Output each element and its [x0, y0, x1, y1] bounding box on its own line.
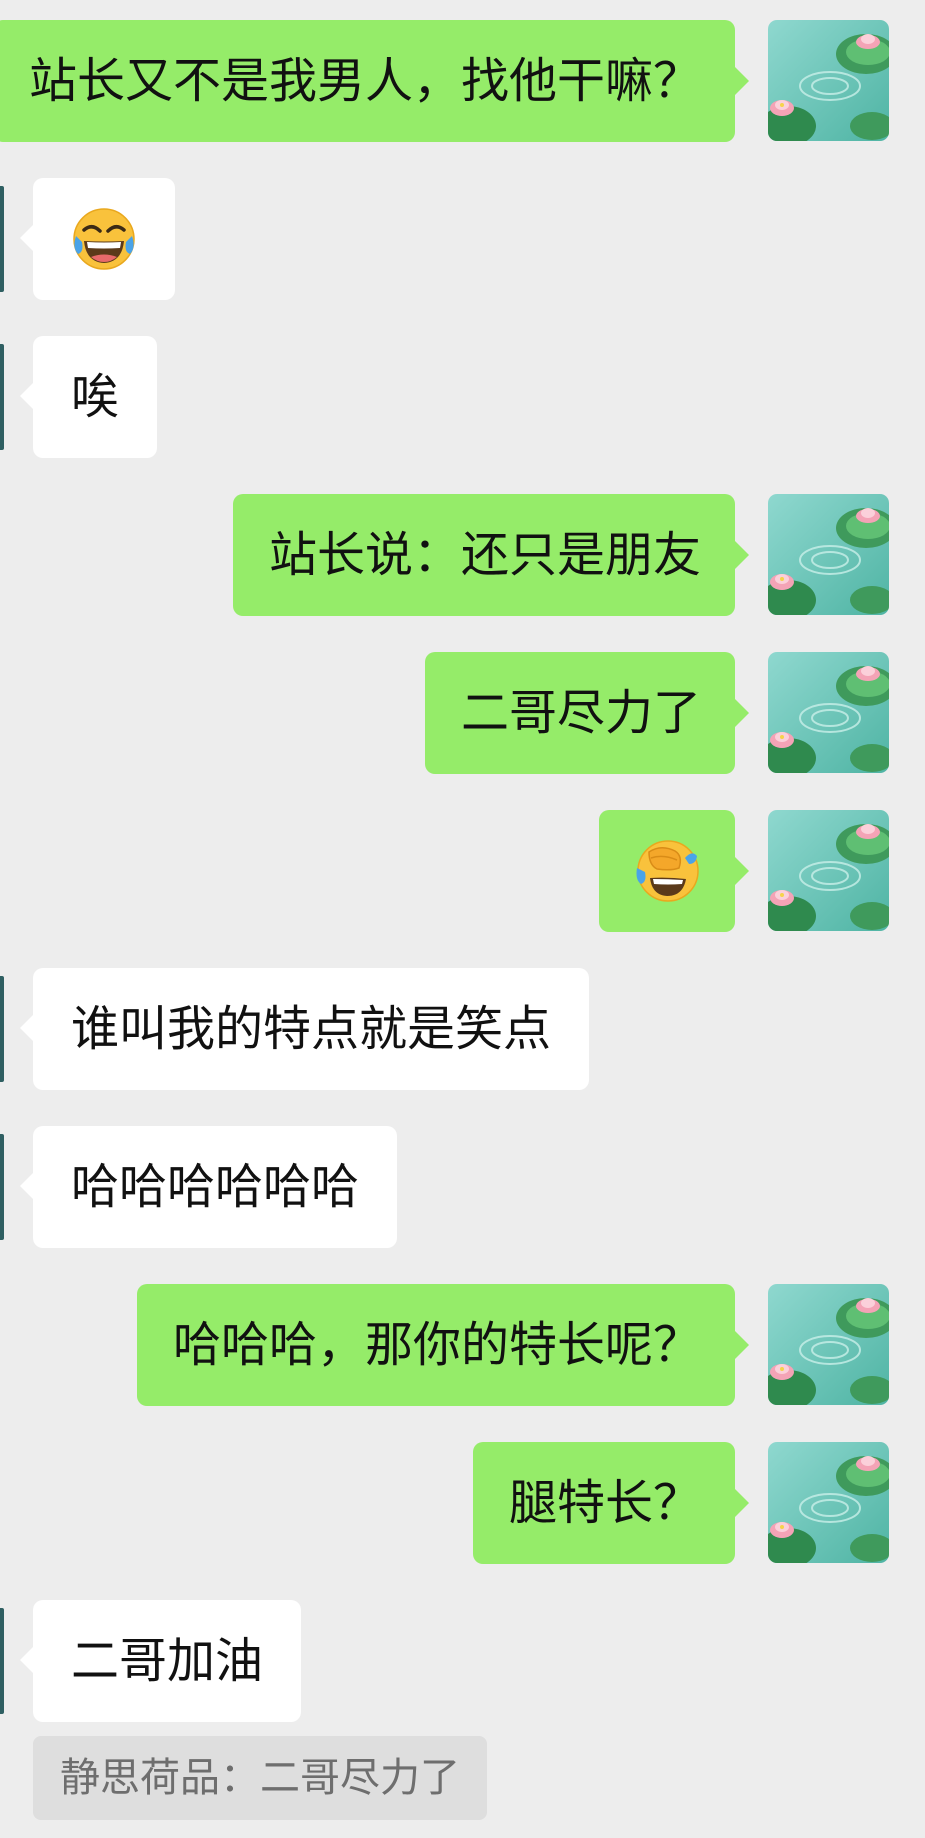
message-bubble[interactable] [599, 810, 749, 932]
message-bubble[interactable]: 谁叫我的特点就是笑点 [19, 968, 590, 1090]
message-row: 哈哈哈，那你的特长呢？ [0, 1284, 925, 1406]
message-bubble[interactable]: 哈哈哈，那你的特长呢？ [136, 1284, 750, 1406]
quoted-reply[interactable]: 静思荷品：二哥尽力了 [33, 1736, 487, 1820]
message-row: 哈哈哈哈哈哈 [0, 1126, 925, 1248]
lotus-pond-avatar[interactable] [768, 810, 889, 931]
message-row: 二哥加油 [0, 1600, 925, 1722]
message-row [0, 178, 925, 300]
message-row: 唉 [0, 336, 925, 458]
message-bubble[interactable]: 哈哈哈哈哈哈 [19, 1126, 398, 1248]
lotus-pond-avatar[interactable] [768, 20, 889, 141]
message-bubble[interactable]: 唉 [19, 336, 158, 458]
chat-area: 站长又不是我男人，找他干嘛？ 唉 站长说：还只是朋友 二哥尽力了 谁叫我的特点就… [0, 0, 925, 1838]
sender-avatar-edge [0, 186, 4, 292]
message-row: 腿特长？ [0, 1442, 925, 1564]
message-bubble[interactable]: 腿特长？ [472, 1442, 750, 1564]
message-row: 站长又不是我男人，找他干嘛？ [0, 20, 925, 142]
message-bubble[interactable]: 二哥尽力了 [424, 652, 750, 774]
message-row: 谁叫我的特点就是笑点 [0, 968, 925, 1090]
message-bubble[interactable]: 站长又不是我男人，找他干嘛？ [0, 20, 750, 142]
sender-avatar-edge [0, 344, 4, 450]
message-row: 二哥尽力了 [0, 652, 925, 774]
message-row: 站长说：还只是朋友 [0, 494, 925, 616]
sender-avatar-edge [0, 976, 4, 1082]
lotus-pond-avatar[interactable] [768, 652, 889, 773]
message-bubble[interactable] [20, 178, 175, 300]
lotus-pond-avatar[interactable] [768, 1442, 889, 1563]
sender-avatar-edge [0, 1134, 4, 1240]
sender-avatar-edge [0, 1608, 4, 1714]
face-with-tears-of-joy-icon [71, 206, 137, 272]
lotus-pond-avatar[interactable] [768, 494, 889, 615]
message-row [0, 810, 925, 932]
facepalm-face-icon [635, 838, 701, 904]
message-bubble[interactable]: 站长说：还只是朋友 [232, 494, 750, 616]
message-bubble[interactable]: 二哥加油 [19, 1600, 302, 1722]
lotus-pond-avatar[interactable] [768, 1284, 889, 1405]
